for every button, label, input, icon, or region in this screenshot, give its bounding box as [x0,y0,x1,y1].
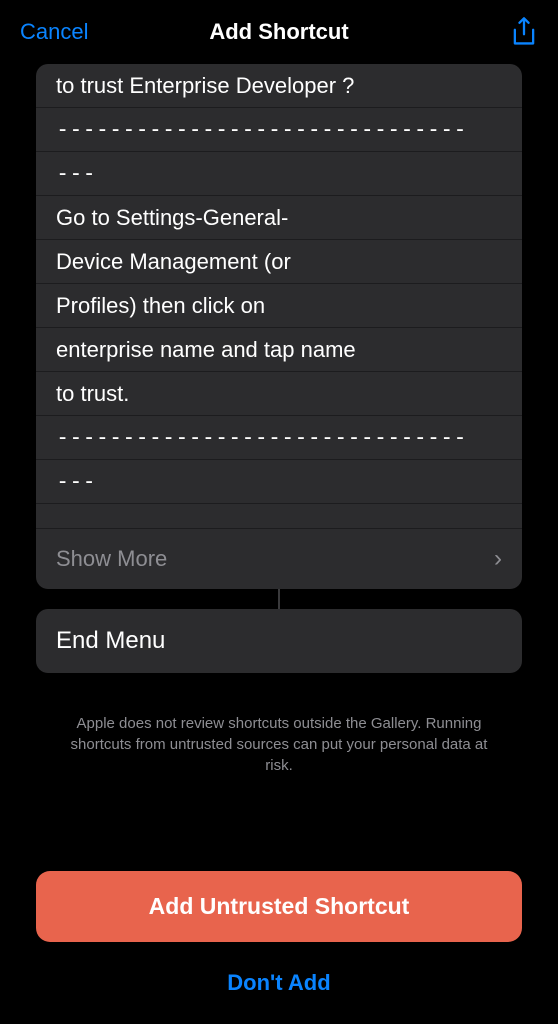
text-line: ------------------------------- [36,108,522,152]
add-untrusted-button[interactable]: Add Untrusted Shortcut [36,871,522,942]
bottom-actions: Add Untrusted Shortcut Don't Add [0,871,558,1024]
shortcut-description-card: to trust Enterprise Developer ? --------… [36,64,522,589]
chevron-right-icon: › [494,545,502,573]
show-more-button[interactable]: Show More › [36,528,522,589]
show-more-label: Show More [56,546,167,572]
content-area: to trust Enterprise Developer ? --------… [0,64,558,796]
share-icon [510,16,538,48]
share-button[interactable] [510,16,538,48]
dont-add-button[interactable]: Don't Add [36,962,522,1004]
text-line: enterprise name and tap name [36,328,522,372]
text-line: ------------------------------- [36,416,522,460]
warning-text: Apple does not review shortcuts outside … [36,673,522,796]
end-menu-card: End Menu [36,609,522,673]
text-line: Profiles) then click on [36,284,522,328]
text-line: --- [36,460,522,504]
text-line: to trust. [36,372,522,416]
text-line: --- [36,152,522,196]
text-line: to trust Enterprise Developer ? [36,64,522,108]
page-title: Add Shortcut [209,19,348,45]
header: Cancel Add Shortcut [0,0,558,64]
connector-line [278,589,280,609]
cancel-button[interactable]: Cancel [20,19,88,45]
text-line: Device Management (or [36,240,522,284]
text-line: Go to Settings-General- [36,196,522,240]
